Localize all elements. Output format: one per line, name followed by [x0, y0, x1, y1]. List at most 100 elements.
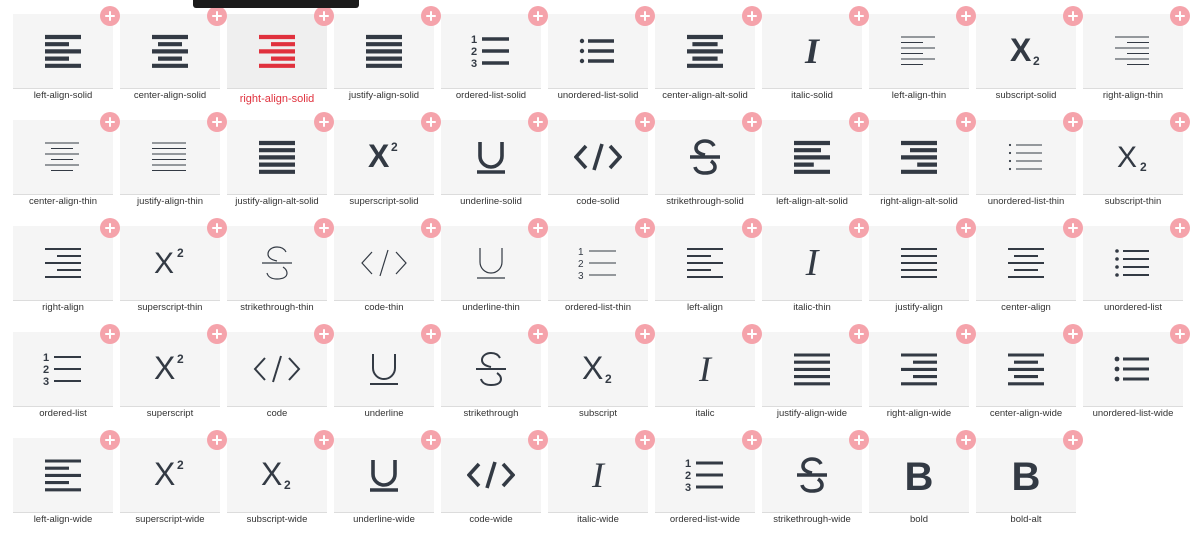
- add-icon-button[interactable]: [314, 324, 334, 344]
- icon-preview[interactable]: 123: [441, 14, 541, 89]
- icon-tile[interactable]: right-align-solid: [227, 6, 334, 105]
- icon-tile[interactable]: Iitalic-wide: [548, 430, 655, 525]
- icon-preview[interactable]: [869, 332, 969, 407]
- icon-preview[interactable]: X2: [120, 332, 220, 407]
- icon-preview[interactable]: [655, 120, 755, 195]
- add-icon-button[interactable]: [635, 430, 655, 450]
- icon-tile[interactable]: code-thin: [334, 218, 441, 313]
- icon-tile[interactable]: center-align-solid: [120, 6, 227, 101]
- add-icon-button[interactable]: [1063, 218, 1083, 238]
- add-icon-button[interactable]: [742, 112, 762, 132]
- add-icon-button[interactable]: [314, 430, 334, 450]
- icon-tile[interactable]: unordered-list-thin: [976, 112, 1083, 207]
- add-icon-button[interactable]: [635, 324, 655, 344]
- icon-preview[interactable]: [441, 438, 541, 513]
- icon-tile[interactable]: X 2 subscript-solid: [976, 6, 1083, 101]
- icon-tile[interactable]: left-align-alt-solid: [762, 112, 869, 207]
- icon-preview[interactable]: [762, 438, 862, 513]
- icon-tile[interactable]: underline-thin: [441, 218, 548, 313]
- icon-preview[interactable]: [13, 120, 113, 195]
- icon-tile[interactable]: X 2 superscript: [120, 324, 227, 419]
- icon-preview[interactable]: B: [869, 438, 969, 513]
- add-icon-button[interactable]: [956, 6, 976, 26]
- icon-tile[interactable]: unordered-list-wide: [1083, 324, 1190, 419]
- icon-preview[interactable]: X2: [334, 120, 434, 195]
- icon-tile[interactable]: unordered-list-solid: [548, 6, 655, 101]
- icon-tile[interactable]: X 2 superscript-solid: [334, 112, 441, 207]
- icon-tile[interactable]: code-solid: [548, 112, 655, 207]
- icon-tile[interactable]: right-align-wide: [869, 324, 976, 419]
- icon-preview[interactable]: B: [976, 438, 1076, 513]
- add-icon-button[interactable]: [314, 6, 334, 26]
- add-icon-button[interactable]: [956, 324, 976, 344]
- icon-preview[interactable]: I: [762, 226, 862, 301]
- icon-tile[interactable]: justify-align-alt-solid: [227, 112, 334, 207]
- add-icon-button[interactable]: [100, 430, 120, 450]
- icon-tile[interactable]: X 2 subscript: [548, 324, 655, 419]
- add-icon-button[interactable]: [100, 6, 120, 26]
- add-icon-button[interactable]: [635, 218, 655, 238]
- add-icon-button[interactable]: [742, 430, 762, 450]
- icon-tile[interactable]: Bbold: [869, 430, 976, 525]
- add-icon-button[interactable]: [421, 112, 441, 132]
- icon-preview[interactable]: [334, 14, 434, 89]
- add-icon-button[interactable]: [849, 218, 869, 238]
- icon-tile[interactable]: right-align: [13, 218, 120, 313]
- icon-preview[interactable]: [227, 120, 327, 195]
- icon-preview[interactable]: [334, 438, 434, 513]
- add-icon-button[interactable]: [635, 112, 655, 132]
- add-icon-button[interactable]: [421, 6, 441, 26]
- add-icon-button[interactable]: [528, 218, 548, 238]
- icon-tile[interactable]: X 2 subscript-thin: [1083, 112, 1190, 207]
- icon-tile[interactable]: left-align: [655, 218, 762, 313]
- icon-tile[interactable]: right-align-thin: [1083, 6, 1190, 101]
- icon-preview[interactable]: [1083, 226, 1183, 301]
- add-icon-button[interactable]: [421, 218, 441, 238]
- icon-preview[interactable]: [762, 120, 862, 195]
- icon-preview[interactable]: [120, 120, 220, 195]
- add-icon-button[interactable]: [100, 218, 120, 238]
- icon-preview[interactable]: X2: [227, 438, 327, 513]
- icon-preview[interactable]: X2: [548, 332, 648, 407]
- icon-tile[interactable]: left-align-solid: [13, 6, 120, 101]
- icon-tile[interactable]: 1 2 3 ordered-list-thin: [548, 218, 655, 313]
- icon-tile[interactable]: 1 2 3 ordered-list-solid: [441, 6, 548, 101]
- icon-preview[interactable]: [441, 120, 541, 195]
- add-icon-button[interactable]: [528, 324, 548, 344]
- icon-tile[interactable]: code-wide: [441, 430, 548, 525]
- add-icon-button[interactable]: [1063, 112, 1083, 132]
- icon-preview[interactable]: 123: [548, 226, 648, 301]
- icon-tile[interactable]: underline-wide: [334, 430, 441, 525]
- add-icon-button[interactable]: [742, 218, 762, 238]
- icon-preview[interactable]: [227, 226, 327, 301]
- add-icon-button[interactable]: [742, 324, 762, 344]
- icon-tile[interactable]: center-align-thin: [13, 112, 120, 207]
- icon-preview[interactable]: [334, 332, 434, 407]
- icon-preview[interactable]: X2: [1083, 120, 1183, 195]
- add-icon-button[interactable]: [1170, 218, 1190, 238]
- icon-tile[interactable]: X 2 superscript-wide: [120, 430, 227, 525]
- icon-preview[interactable]: [13, 226, 113, 301]
- icon-preview[interactable]: I: [655, 332, 755, 407]
- icon-preview[interactable]: [655, 226, 755, 301]
- icon-preview[interactable]: [655, 14, 755, 89]
- icon-preview[interactable]: [976, 120, 1076, 195]
- add-icon-button[interactable]: [100, 112, 120, 132]
- add-icon-button[interactable]: [1063, 324, 1083, 344]
- icon-preview[interactable]: [976, 332, 1076, 407]
- add-icon-button[interactable]: [849, 6, 869, 26]
- add-icon-button[interactable]: [956, 218, 976, 238]
- icon-tile[interactable]: strikethrough: [441, 324, 548, 419]
- icon-tile[interactable]: X 2 superscript-thin: [120, 218, 227, 313]
- icon-tile[interactable]: Iitalic: [655, 324, 762, 419]
- icon-tile[interactable]: strikethrough-thin: [227, 218, 334, 313]
- icon-preview[interactable]: X2: [976, 14, 1076, 89]
- icon-preview[interactable]: [976, 226, 1076, 301]
- icon-tile[interactable]: Bbold-alt: [976, 430, 1083, 525]
- add-icon-button[interactable]: [1063, 430, 1083, 450]
- add-icon-button[interactable]: [207, 430, 227, 450]
- icon-tile[interactable]: strikethrough-solid: [655, 112, 762, 207]
- add-icon-button[interactable]: [528, 112, 548, 132]
- icon-tile[interactable]: underline: [334, 324, 441, 419]
- icon-tile[interactable]: Iitalic-thin: [762, 218, 869, 313]
